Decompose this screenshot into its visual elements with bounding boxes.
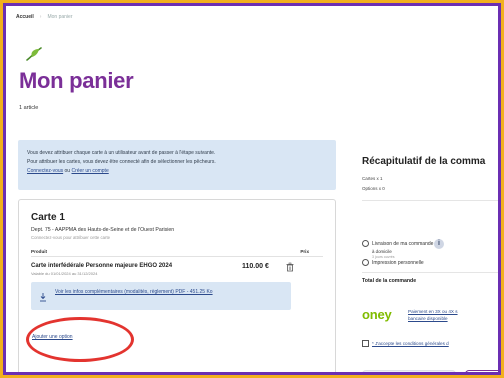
trash-icon[interactable] — [285, 262, 295, 272]
info-banner: Vous devez attribuer chaque carte à un u… — [18, 140, 336, 190]
card-department: Dept. 75 - AAPPMA des Hauts-de-Seine et … — [31, 227, 175, 233]
breadcrumb-separator: › — [39, 14, 42, 20]
delivery-sub-label: à domicile — [372, 249, 392, 254]
col-price: Prix — [300, 249, 309, 254]
breadcrumb: Accueil › Mon panier — [16, 14, 72, 20]
print-option-label: Impression personnelle — [372, 260, 424, 266]
page-title: Mon panier — [19, 68, 134, 93]
oney-payment-link[interactable]: Paiement en 3X ou 4X s bancaire disponib… — [408, 308, 458, 322]
leaf-icon — [26, 47, 42, 61]
more-info-link[interactable]: Voir les infos complémentaires (modalité… — [55, 289, 270, 297]
login-link[interactable]: Connectez-vous — [27, 168, 63, 174]
breadcrumb-current: Mon panier — [47, 14, 73, 20]
product-price: 110.00 € — [242, 263, 269, 270]
summary-divider-2 — [362, 272, 498, 273]
product-validity: Valable du 01/01/2024 au 31/12/2024 — [31, 271, 98, 276]
oney-link-line-2: bancaire disponible — [408, 316, 448, 321]
print-radio[interactable] — [362, 259, 369, 266]
terms-checkbox[interactable] — [362, 340, 369, 347]
delivery-note: 3 jours ouvrés — [372, 255, 395, 259]
summary-divider — [362, 200, 498, 201]
info-icon[interactable]: i — [434, 239, 444, 249]
delivery-radio[interactable] — [362, 240, 369, 247]
download-icon — [40, 293, 46, 302]
product-table-header: Produit Prix — [31, 249, 323, 257]
col-product: Produit — [31, 249, 48, 254]
card-connect-hint: Connectez-vous pour attribuer cette cart… — [31, 235, 111, 240]
summary-cards-line: Cartes x 1 — [362, 176, 383, 181]
card-title: Carte 1 — [31, 212, 65, 223]
secondary-button[interactable] — [362, 370, 456, 372]
info-line-2: Pour attribuer les cartes, vous devez êt… — [27, 159, 216, 165]
delivery-option-label: Livraison de ma commande — [372, 241, 434, 247]
highlight-circle — [26, 317, 134, 362]
terms-link[interactable]: * J'accepte les conditions générales d — [372, 341, 449, 346]
page-frame: Accueil › Mon panier Mon panier 1 article … — [3, 3, 501, 375]
primary-button[interactable] — [465, 370, 498, 372]
info-line-3: Connectez-vous ou Créer un compte — [27, 167, 327, 176]
more-info-box: Voir les infos complémentaires (modalité… — [31, 282, 291, 310]
summary-title: Récapitulatif de la comma — [362, 156, 486, 167]
breadcrumb-home[interactable]: Accueil — [16, 14, 34, 20]
summary-options-line: Options x 0 — [362, 186, 385, 191]
order-total-label: Total de la commande — [362, 278, 417, 284]
info-line-1: Vous devez attribuer chaque carte à un u… — [27, 150, 216, 156]
oney-logo: oney — [362, 307, 392, 322]
product-name: Carte interfédérale Personne majeure EHG… — [31, 263, 173, 269]
oney-link-line-1: Paiement en 3X ou 4X s — [408, 309, 458, 314]
create-account-link[interactable]: Créer un compte — [71, 168, 108, 174]
item-count: 1 article — [19, 105, 39, 111]
